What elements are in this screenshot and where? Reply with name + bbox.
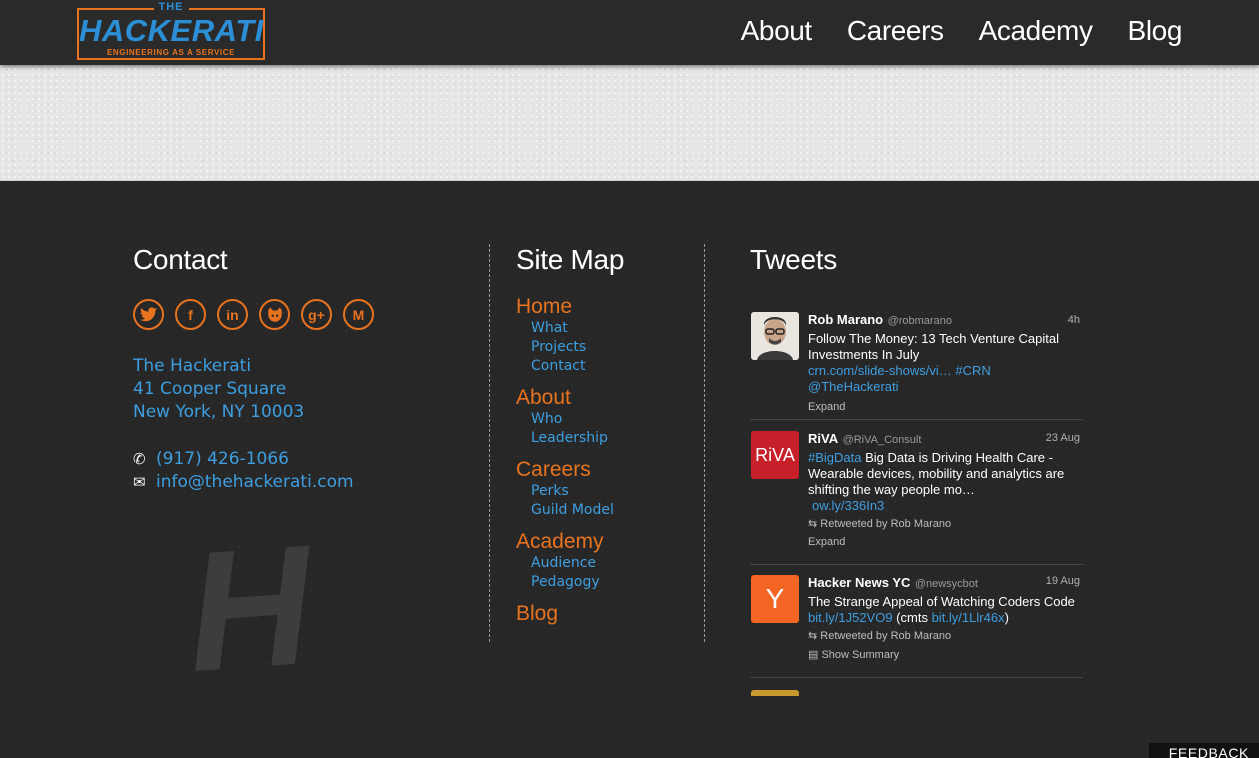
nav-academy[interactable]: Academy bbox=[979, 15, 1093, 47]
sitemap-contact[interactable]: Contact bbox=[531, 357, 614, 376]
tweet-author-name[interactable]: RiVA bbox=[808, 431, 838, 446]
tweet-links[interactable]: crn.com/slide-shows/vi… #CRN @TheHackera… bbox=[808, 363, 1080, 395]
nav-careers[interactable]: Careers bbox=[847, 15, 944, 47]
feedback-button[interactable]: FEEDBACK bbox=[1149, 743, 1259, 758]
tweet-timestamp[interactable]: 4h bbox=[1068, 314, 1080, 326]
tweet-item[interactable]: Y Hacker News YC @newsycbot The Strange … bbox=[750, 565, 1083, 678]
tweet-item[interactable]: Rob Marano @robmarano Follow The Money: … bbox=[750, 308, 1083, 420]
envelope-icon: ✉ bbox=[133, 473, 146, 491]
tweet-author-name[interactable]: Hacker News YC bbox=[808, 575, 910, 590]
sitemap-pedagogy[interactable]: Pedagogy bbox=[531, 573, 614, 592]
hackerati-logo[interactable]: THE HACKERATI ENGINEERING AS A SERVICE bbox=[77, 1, 265, 60]
sitemap-audience[interactable]: Audience bbox=[531, 554, 614, 573]
contact-title: Contact bbox=[133, 244, 228, 275]
phone-line[interactable]: ✆ (917) 426-1066 bbox=[133, 449, 289, 469]
tweet-timestamp[interactable]: 19 Aug bbox=[1046, 575, 1080, 587]
tweet-author-handle[interactable]: @robmarano bbox=[888, 315, 952, 327]
summary-icon: ▤ bbox=[808, 649, 819, 661]
sitemap-careers[interactable]: Careers bbox=[516, 457, 614, 482]
retweet-icon: ⇆ bbox=[808, 518, 818, 530]
tweet-timeline[interactable]: Rob Marano @robmarano Follow The Money: … bbox=[750, 308, 1083, 696]
sitemap-projects[interactable]: Projects bbox=[531, 338, 614, 357]
logo-the: THE bbox=[153, 1, 189, 13]
sitemap-group-academy: Academy Audience Pedagogy bbox=[516, 529, 614, 592]
tweet-link-2[interactable]: bit.ly/1Llr46x bbox=[932, 610, 1005, 625]
sitemap-who[interactable]: Who bbox=[531, 410, 614, 429]
tweet-text: Follow The Money: 13 Tech Venture Capita… bbox=[808, 331, 1059, 362]
sitemap-group-careers: Careers Perks Guild Model bbox=[516, 457, 614, 520]
avatar bbox=[751, 690, 799, 696]
sitemap-leadership[interactable]: Leadership bbox=[531, 429, 614, 448]
tweet-expand-link[interactable]: Expand bbox=[808, 536, 1080, 548]
tweets-title: Tweets bbox=[750, 244, 837, 275]
logo-tagline: ENGINEERING AS A SERVICE bbox=[106, 48, 236, 57]
sitemap-group-about: About Who Leadership bbox=[516, 385, 614, 448]
email-line[interactable]: ✉ info@thehackerati.com bbox=[133, 472, 354, 492]
medium-icon[interactable]: M bbox=[343, 299, 374, 330]
address-city: New York, NY 10003 bbox=[133, 402, 305, 422]
logo-wordmark: HACKERATI bbox=[79, 13, 264, 48]
sitemap-list: Home What Projects Contact About Who Lea… bbox=[516, 294, 614, 635]
tweet-text: The Strange Appeal of Watching Coders Co… bbox=[808, 594, 1075, 609]
tweet-link-1[interactable]: bit.ly/1J52VO9 bbox=[808, 610, 893, 625]
social-links: f in g+ M bbox=[133, 299, 374, 330]
tweet-timestamp[interactable]: 23 Aug bbox=[1046, 432, 1080, 444]
sitemap-home[interactable]: Home bbox=[516, 294, 614, 319]
sitemap-guild-model[interactable]: Guild Model bbox=[531, 501, 614, 520]
avatar[interactable]: Y bbox=[751, 575, 799, 623]
sitemap-academy[interactable]: Academy bbox=[516, 529, 614, 554]
facebook-icon[interactable]: f bbox=[175, 299, 206, 330]
column-divider-2 bbox=[704, 244, 705, 642]
nav-about[interactable]: About bbox=[741, 15, 813, 47]
sitemap-what[interactable]: What bbox=[531, 319, 614, 338]
github-icon[interactable] bbox=[259, 299, 290, 330]
show-summary-link[interactable]: ▤ Show Summary bbox=[808, 648, 1080, 661]
sitemap-group-blog: Blog bbox=[516, 601, 614, 626]
googleplus-icon[interactable]: g+ bbox=[301, 299, 332, 330]
tweet-author-handle[interactable]: @RiVA_Consult bbox=[843, 434, 922, 446]
tweet-links[interactable]: ow.ly/336In3 bbox=[808, 498, 1080, 514]
phone-number: (917) 426-1066 bbox=[156, 449, 289, 469]
tweet-hashtag[interactable]: #BigData bbox=[808, 450, 861, 465]
sitemap-group-home: Home What Projects Contact bbox=[516, 294, 614, 376]
sitemap-perks[interactable]: Perks bbox=[531, 482, 614, 501]
h-watermark-logo: H bbox=[181, 509, 318, 709]
sitemap-about[interactable]: About bbox=[516, 385, 614, 410]
avatar[interactable]: RiVA bbox=[751, 431, 799, 479]
tweet-expand-link[interactable]: Expand bbox=[808, 401, 1080, 413]
linkedin-icon[interactable]: in bbox=[217, 299, 248, 330]
phone-icon: ✆ bbox=[133, 450, 146, 468]
retweet-note: ⇆ Retweeted by Rob Marano bbox=[808, 518, 952, 530]
nav-blog[interactable]: Blog bbox=[1128, 15, 1183, 47]
site-header: THE HACKERATI ENGINEERING AS A SERVICE A… bbox=[0, 0, 1259, 65]
column-divider-1 bbox=[489, 244, 490, 642]
address-street: 41 Cooper Square bbox=[133, 379, 287, 399]
email-address: info@thehackerati.com bbox=[156, 472, 354, 492]
tweet-author-handle[interactable]: @newsycbot bbox=[915, 578, 978, 590]
twitter-icon[interactable] bbox=[133, 299, 164, 330]
avatar[interactable] bbox=[751, 312, 799, 360]
sitemap-blog[interactable]: Blog bbox=[516, 601, 614, 626]
site-footer: Contact f in g+ M The Hackerati 41 Coope… bbox=[0, 182, 1259, 758]
tweet-author-name[interactable]: Rob Marano bbox=[808, 312, 883, 327]
retweet-note: ⇆ Retweeted by Rob Marano bbox=[808, 630, 952, 642]
retweet-icon: ⇆ bbox=[808, 630, 818, 642]
sitemap-title: Site Map bbox=[516, 244, 625, 275]
address-block: The Hackerati 41 Cooper Square New York,… bbox=[133, 355, 304, 424]
address-company: The Hackerati bbox=[133, 356, 252, 376]
tweet-item-partial bbox=[750, 678, 1083, 696]
main-nav: About Careers Academy Blog bbox=[741, 15, 1183, 47]
tweet-item[interactable]: RiVA RiVA @RiVA_Consult #BigData Big Dat… bbox=[750, 420, 1083, 565]
